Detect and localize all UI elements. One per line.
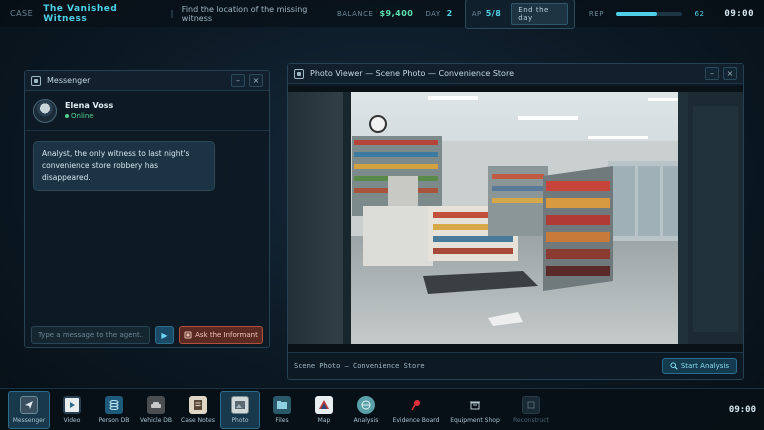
rep-label: REP [588,9,604,18]
taskbar-item-video[interactable]: Video [52,391,92,429]
informant-icon [184,331,192,339]
case-objective: Find the location of the missing witness [181,4,308,23]
photo-footer: Scene Photo — Convenience Store Start An… [288,352,743,379]
rep-value: 62 [694,9,705,18]
message-list: Analyst, the only witness to last night'… [25,131,269,323]
scene-photo[interactable] [288,86,743,352]
messenger-window: Messenger – × Elena Voss Online Analyst,… [24,70,270,348]
messenger-title: Messenger [47,76,91,85]
taskbar-label: Reconstruct [513,416,549,424]
end-day-button[interactable]: End the day [511,2,568,25]
taskbar-item-analysis[interactable]: Analysis [346,391,386,429]
taskbar-item-messenger[interactable]: Messenger [8,390,50,429]
start-analysis-label: Start Analysis [680,362,729,370]
contact-status: Online [71,112,94,120]
files-icon [273,395,291,414]
action-points-box: AP 5/8 End the day [464,0,575,29]
pin-icon [407,396,425,414]
contact-name: Elena Voss [65,101,114,110]
photo-viewer-titlebar[interactable]: Photo Viewer — Scene Photo — Convenience… [288,64,743,84]
map-icon [315,395,333,414]
minimize-button[interactable]: – [705,67,719,80]
taskbar-label: Video [63,416,81,424]
taskbar-label: Equipment Shop [450,416,500,424]
close-button[interactable]: × [249,74,263,87]
ask-informant-button[interactable]: Ask the Informant [179,326,263,344]
taskbar-item-vehicle-db[interactable]: Vehicle DB [136,391,176,429]
video-icon [63,395,81,414]
balance-value: $9,400 [379,9,414,18]
taskbar-item-files[interactable]: Files [262,391,302,429]
taskbar-item-photo[interactable]: Photo [220,390,260,429]
taskbar-label: Map [317,416,331,424]
messenger-window-icon [31,75,41,86]
notes-icon [189,395,207,414]
case-title: The Vanished Witness [43,3,118,24]
taskbar-item-equipment-shop[interactable]: Equipment Shop [446,391,504,429]
balance-label: BALANCE [336,9,374,18]
photo-viewer-window: Photo Viewer — Scene Photo — Convenience… [287,63,744,380]
reputation-bar [615,11,683,16]
taskbar-item-map[interactable]: Map [304,391,344,429]
ap-value: 5/8 [485,9,502,18]
taskbar-clock: 09:00 [728,404,756,415]
reputation-bar-fill [615,11,658,16]
close-button[interactable]: × [723,67,737,80]
taskbar-label: Evidence Board [392,416,440,424]
analysis-icon [357,395,375,414]
magnifier-icon [670,362,678,370]
day-label: DAY [425,9,441,18]
taskbar-label: Vehicle DB [139,416,173,424]
messenger-titlebar[interactable]: Messenger – × [25,71,269,91]
taskbar-item-case-notes[interactable]: Case Notes [178,391,218,429]
reconstruct-icon [522,395,540,414]
ap-label: AP [471,9,482,18]
taskbar-item-person-db[interactable]: Person DB [94,391,134,429]
taskbar-item-evidence-board[interactable]: Evidence Board [388,391,444,429]
taskbar-label: Case Notes [181,416,215,424]
message-bubble: Analyst, the only witness to last night'… [33,141,215,191]
message-composer: ▶ Ask the Informant [25,323,269,347]
online-dot-icon [65,114,69,118]
car-icon [147,395,165,414]
photo-viewer-title: Photo Viewer — Scene Photo — Convenience… [310,69,514,78]
message-input[interactable] [31,326,150,344]
shop-icon [466,396,484,414]
photo-viewer-window-icon [294,68,304,79]
contact-header: Elena Voss Online [25,91,269,131]
taskbar-label: Messenger [12,416,46,424]
photo-caption: Scene Photo — Convenience Store [294,362,425,370]
send-button[interactable]: ▶ [155,326,174,344]
taskbar-label: Person DB [98,416,130,424]
title-separator: | [170,9,174,18]
taskbar-item-reconstruct[interactable]: Reconstruct [506,391,556,429]
minimize-button[interactable]: – [231,74,245,87]
taskbar-label: Photo [231,416,249,424]
photo-icon [231,395,249,414]
taskbar-label: Analysis [353,416,379,424]
convenience-store-photo [288,86,743,352]
start-analysis-button[interactable]: Start Analysis [661,358,737,374]
taskbar: Messenger Video Person DB Vehicle DB Cas… [0,388,764,430]
top-status-bar: CASE The Vanished Witness | Find the loc… [0,0,764,29]
taskbar-label: Files [275,416,289,424]
case-label: CASE [10,9,34,18]
messenger-icon [20,395,38,414]
contact-avatar [33,98,57,123]
ask-informant-label: Ask the Informant [195,331,258,339]
top-clock: 09:00 [724,8,754,19]
day-value: 2 [446,9,453,18]
database-icon [105,395,123,414]
